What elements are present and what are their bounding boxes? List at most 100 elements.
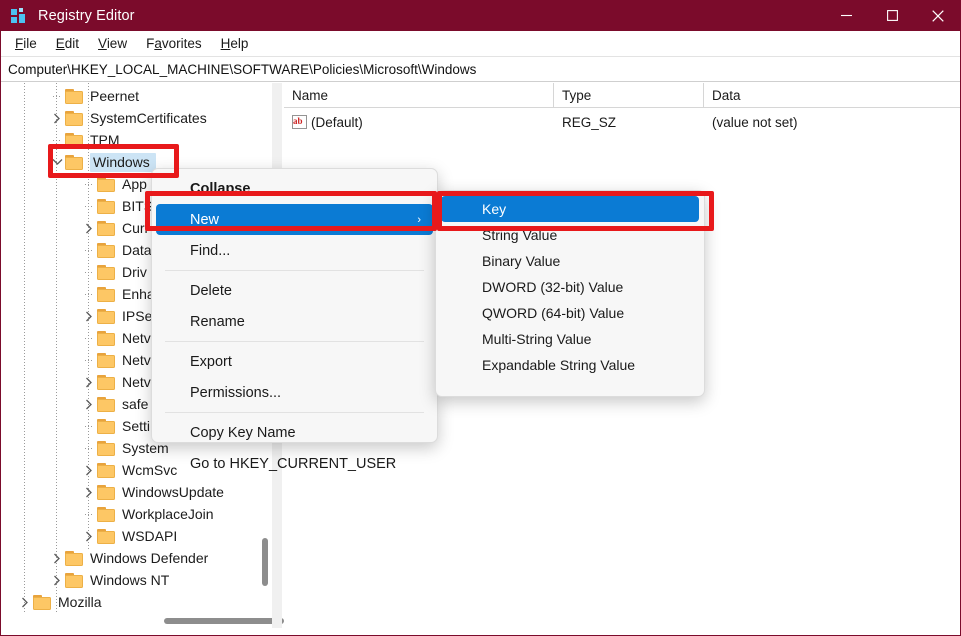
column-header-data[interactable]: Data bbox=[704, 83, 961, 108]
tree-connector bbox=[81, 261, 97, 283]
close-button[interactable] bbox=[915, 0, 961, 31]
table-row[interactable]: ab (Default) REG_SZ (value not set) bbox=[284, 110, 961, 134]
submenu-item-expandable-string-value[interactable]: Expandable String Value bbox=[441, 352, 699, 378]
string-value-icon: ab bbox=[292, 115, 307, 129]
folder-icon bbox=[97, 353, 116, 368]
menu-view[interactable]: View bbox=[91, 36, 134, 51]
title-bar: Registry Editor bbox=[0, 0, 961, 31]
menu-item-go-to-hkey-current-user[interactable]: Go to HKEY_CURRENT_USER bbox=[156, 448, 433, 479]
folder-icon bbox=[97, 441, 116, 456]
menu-separator bbox=[165, 270, 424, 271]
tree-item-systemcertificates[interactable]: SystemCertificates bbox=[1, 107, 272, 129]
folder-icon bbox=[65, 155, 84, 170]
folder-icon bbox=[97, 419, 116, 434]
registry-editor-window: Registry Editor File Edit View Favorites… bbox=[0, 0, 961, 636]
tree-connector bbox=[81, 349, 97, 371]
tree-item-windows-nt[interactable]: Windows NT bbox=[1, 569, 272, 591]
tree-item-label: SystemCertificates bbox=[90, 110, 207, 126]
menu-bar: File Edit View Favorites Help bbox=[0, 31, 961, 57]
menu-item-delete[interactable]: Delete bbox=[156, 275, 433, 306]
menu-item-copy-key-name[interactable]: Copy Key Name bbox=[156, 417, 433, 448]
tree-horizontal-scrollbar[interactable] bbox=[1, 613, 282, 628]
submenu-item-binary-value[interactable]: Binary Value bbox=[441, 248, 699, 274]
tree-connector bbox=[81, 437, 97, 459]
tree-item-label: Data bbox=[122, 242, 152, 258]
menu-item-label: Copy Key Name bbox=[190, 425, 296, 441]
registry-path: Computer\HKEY_LOCAL_MACHINE\SOFTWARE\Pol… bbox=[0, 62, 476, 77]
chevron-right-icon[interactable] bbox=[49, 107, 65, 129]
folder-icon bbox=[97, 463, 116, 478]
menu-item-new[interactable]: New › bbox=[156, 204, 433, 235]
tree-item-mozilla[interactable]: Mozilla bbox=[1, 591, 272, 612]
chevron-right-icon[interactable] bbox=[81, 481, 97, 503]
menu-edit[interactable]: Edit bbox=[49, 36, 86, 51]
tree-item-label: Driv bbox=[122, 264, 147, 280]
tree-item-tpm[interactable]: TPM bbox=[1, 129, 272, 151]
minimize-button[interactable] bbox=[823, 0, 869, 31]
chevron-right-icon[interactable] bbox=[81, 305, 97, 327]
folder-icon bbox=[97, 529, 116, 544]
folder-icon bbox=[97, 507, 116, 522]
submenu-item-string-value[interactable]: String Value bbox=[441, 222, 699, 248]
value-type: REG_SZ bbox=[554, 115, 704, 130]
tree-item-workplacejoin[interactable]: WorkplaceJoin bbox=[1, 503, 272, 525]
submenu-item-qword-64-bit-value[interactable]: QWORD (64-bit) Value bbox=[441, 300, 699, 326]
chevron-down-icon[interactable] bbox=[49, 151, 65, 173]
tree-item-wsdapi[interactable]: WSDAPI bbox=[1, 525, 272, 547]
tree-item-label: WindowsUpdate bbox=[122, 484, 224, 500]
menu-item-collapse[interactable]: Collapse bbox=[156, 173, 433, 204]
chevron-right-icon[interactable] bbox=[49, 569, 65, 591]
menu-item-label: Export bbox=[190, 354, 232, 370]
submenu-item-key[interactable]: Key bbox=[441, 196, 699, 222]
window-controls bbox=[823, 0, 961, 31]
folder-icon bbox=[97, 287, 116, 302]
tree-item-label: Enha bbox=[122, 286, 155, 302]
menu-item-label: Collapse bbox=[190, 181, 250, 197]
menu-item-label: Delete bbox=[190, 283, 232, 299]
menu-favorites[interactable]: Favorites bbox=[139, 36, 209, 51]
folder-icon bbox=[97, 177, 116, 192]
menu-item-label: New bbox=[190, 212, 219, 228]
tree-item-windows-defender[interactable]: Windows Defender bbox=[1, 547, 272, 569]
tree-item-label: IPSe bbox=[122, 308, 152, 324]
menu-item-find[interactable]: Find... bbox=[156, 235, 433, 266]
menu-help[interactable]: Help bbox=[214, 36, 256, 51]
folder-icon bbox=[65, 89, 84, 104]
chevron-right-icon[interactable] bbox=[81, 525, 97, 547]
context-menu[interactable]: Collapse New › Find... Delete Rename Export Per… bbox=[151, 168, 438, 443]
folder-icon bbox=[33, 595, 52, 610]
menu-file[interactable]: File bbox=[8, 36, 44, 51]
chevron-right-icon[interactable] bbox=[81, 217, 97, 239]
new-submenu[interactable]: KeyString ValueBinary ValueDWORD (32-bit… bbox=[435, 190, 705, 397]
menu-item-export[interactable]: Export bbox=[156, 346, 433, 377]
column-header-name[interactable]: Name bbox=[284, 83, 554, 108]
column-header-type[interactable]: Type bbox=[554, 83, 704, 108]
chevron-right-icon[interactable] bbox=[81, 459, 97, 481]
menu-separator bbox=[165, 341, 424, 342]
tree-item-windowsupdate[interactable]: WindowsUpdate bbox=[1, 481, 272, 503]
tree-item-label: Netv bbox=[122, 374, 151, 390]
tree-connector bbox=[49, 129, 65, 151]
chevron-right-icon[interactable] bbox=[81, 371, 97, 393]
tree-item-label: WorkplaceJoin bbox=[122, 506, 214, 522]
value-name-cell: ab (Default) bbox=[284, 115, 554, 130]
folder-icon bbox=[65, 111, 84, 126]
tree-connector bbox=[81, 283, 97, 305]
menu-item-permissions[interactable]: Permissions... bbox=[156, 377, 433, 408]
maximize-button[interactable] bbox=[869, 0, 915, 31]
address-bar[interactable]: Computer\HKEY_LOCAL_MACHINE\SOFTWARE\Pol… bbox=[0, 57, 961, 82]
submenu-item-dword-32-bit-value[interactable]: DWORD (32-bit) Value bbox=[441, 274, 699, 300]
tree-connector bbox=[81, 503, 97, 525]
chevron-right-icon[interactable] bbox=[49, 547, 65, 569]
tree-connector bbox=[81, 327, 97, 349]
tree-item-label: App bbox=[122, 176, 147, 192]
submenu-chevron-icon: › bbox=[417, 214, 421, 226]
tree-connector bbox=[81, 239, 97, 261]
menu-item-rename[interactable]: Rename bbox=[156, 306, 433, 337]
tree-item-peernet[interactable]: Peernet bbox=[1, 85, 272, 107]
folder-icon bbox=[65, 551, 84, 566]
tree-item-label: WSDAPI bbox=[122, 528, 177, 544]
chevron-right-icon[interactable] bbox=[17, 591, 33, 612]
chevron-right-icon[interactable] bbox=[81, 393, 97, 415]
submenu-item-multi-string-value[interactable]: Multi-String Value bbox=[441, 326, 699, 352]
